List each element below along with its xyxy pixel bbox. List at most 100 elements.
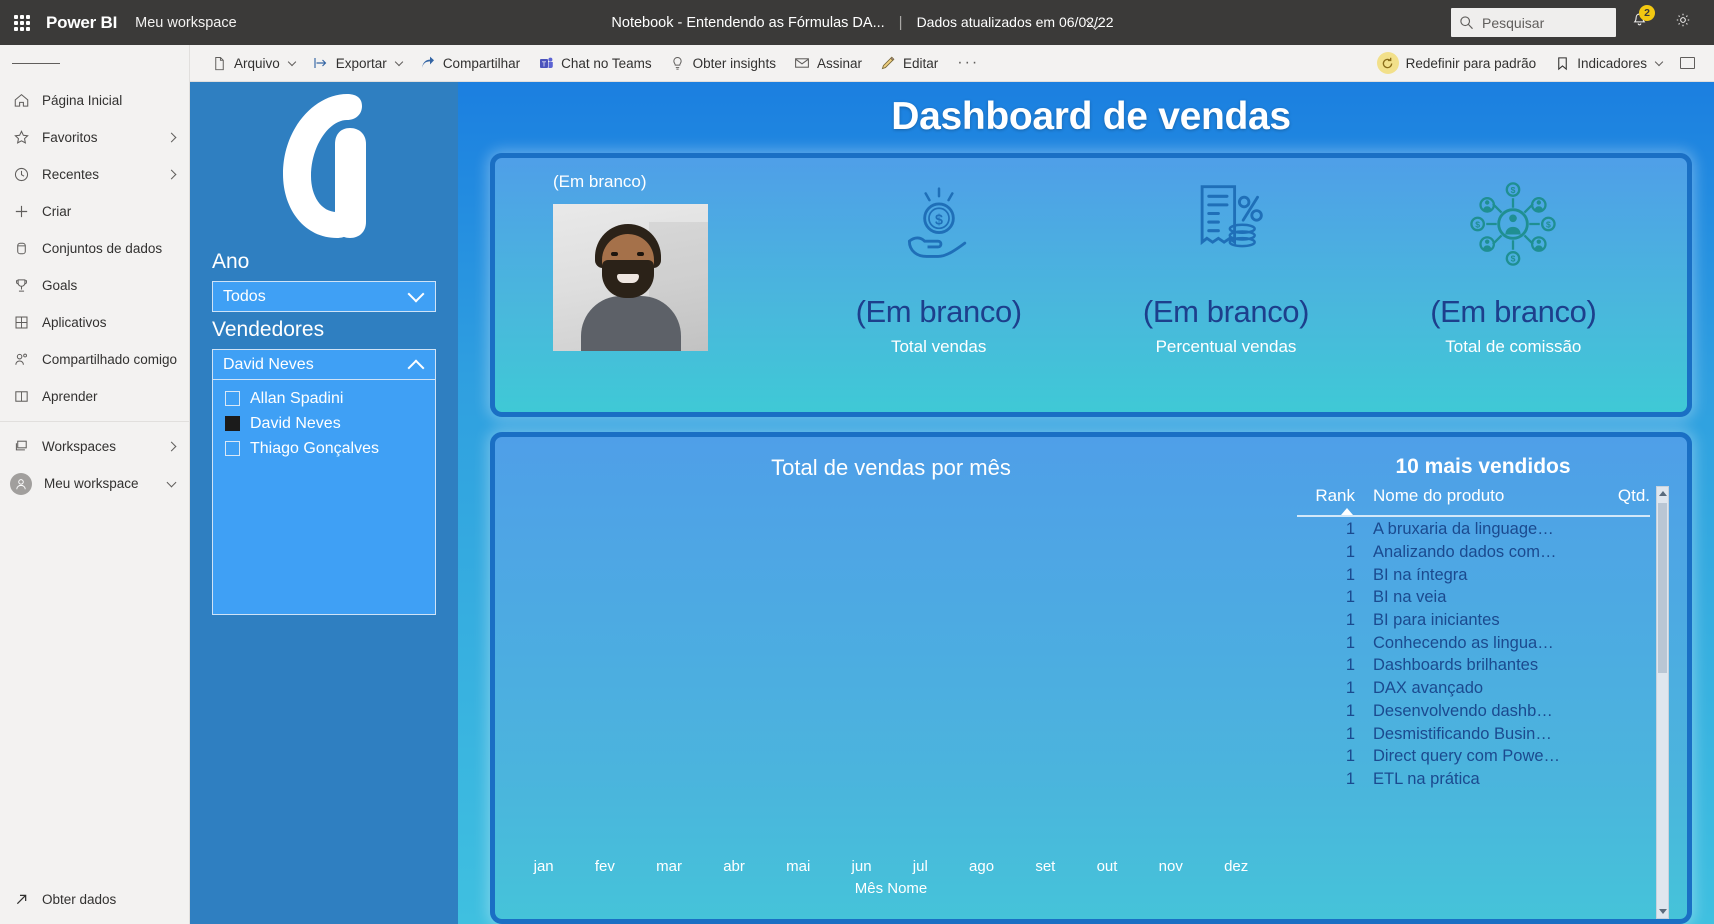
table-row[interactable]: 1 BI na íntegra [1297, 564, 1650, 587]
toolbar-editar-button[interactable]: Editar [871, 49, 947, 78]
checkbox-unchecked-icon[interactable] [225, 391, 240, 406]
column-header-qtd[interactable]: Qtd. [1594, 486, 1650, 506]
sidebar-item-recentes[interactable]: Recentes [0, 156, 189, 193]
search-placeholder: Pesquisar [1482, 14, 1545, 31]
cell-rank: 1 [1345, 679, 1355, 698]
x-tick: mai [786, 858, 811, 875]
table-row[interactable]: 1 Analizando dados com… [1297, 541, 1650, 564]
lightbulb-icon [670, 55, 686, 71]
checkbox-checked-icon[interactable] [225, 416, 240, 431]
slicer-panel: Ano Todos Vendedores David Neves Allan S… [190, 82, 458, 924]
slicer-ano-title: Ano [212, 250, 250, 273]
table-row[interactable]: 1 Desmistificando Busin… [1297, 723, 1650, 746]
toolbar-arquivo-button[interactable]: Arquivo [202, 49, 304, 78]
kpi-percentual-vendas[interactable]: (Em branco) Percentual vendas [1082, 178, 1369, 357]
toolbar-more-button[interactable]: ··· [947, 54, 989, 72]
search-icon [1459, 15, 1474, 30]
column-header-nome-do-produto[interactable]: Nome do produto [1359, 486, 1594, 506]
sidebar-item-workspaces[interactable]: Workspaces [0, 428, 189, 465]
bookmarks-button[interactable]: Indicadores [1545, 49, 1671, 78]
scroll-down-button[interactable] [1657, 905, 1668, 918]
table-row[interactable]: 1 Direct query com Powe… [1297, 745, 1650, 768]
sales-by-month-chart[interactable]: Total de vendas por mês jan fev mar abr … [495, 437, 1287, 919]
scrollbar-thumb[interactable] [1658, 503, 1667, 673]
slicer-vendedores-dropdown[interactable]: David Neves [212, 349, 436, 380]
table-row[interactable]: 1 BI para iniciantes [1297, 609, 1650, 632]
sidebar-item-compartilhado-comigo[interactable]: Compartilhado comigo [0, 341, 189, 378]
commission-network-icon: $ $ $ $ [1470, 178, 1557, 270]
sidebar-item-pagina-inicial[interactable]: Página Inicial [0, 82, 189, 119]
report-page: Dashboard de vendas (Em branco) $ (Em br… [458, 82, 1714, 924]
x-tick: jun [851, 858, 872, 875]
settings-button[interactable] [1662, 0, 1704, 45]
top-app-bar: Power BI Meu workspace Notebook - Entend… [0, 0, 1714, 45]
chart-title: Total de vendas por mês [771, 455, 1011, 480]
notifications-button[interactable]: 2 [1616, 0, 1662, 45]
toolbar-compartilhar-button[interactable]: Compartilhar [411, 49, 529, 78]
fullscreen-button[interactable] [1671, 49, 1704, 78]
topbar-workspace-label[interactable]: Meu workspace [135, 15, 237, 31]
plus-icon [12, 203, 30, 221]
photo-mouth [617, 274, 639, 283]
sidebar-item-goals[interactable]: Goals [0, 267, 189, 304]
slicer-option-david-neves[interactable]: David Neves [225, 411, 435, 436]
sidebar-item-criar[interactable]: Criar [0, 193, 189, 230]
hand-coin-icon: $ [896, 178, 982, 270]
nav-collapse-button[interactable] [0, 45, 189, 82]
toolbar-right-group: Redefinir para padrão Indicadores [1368, 49, 1704, 78]
toolbar-exportar-button[interactable]: Exportar [304, 49, 411, 78]
sidebar-item-favoritos[interactable]: Favoritos [0, 119, 189, 156]
cell-name: BI na veia [1373, 588, 1447, 607]
photo-eye-right [637, 252, 644, 256]
sidebar-item-aplicativos[interactable]: Aplicativos [0, 304, 189, 341]
scroll-up-button[interactable] [1657, 487, 1668, 500]
slicer-option-thiago-goncalves[interactable]: Thiago Gonçalves [225, 436, 435, 461]
slicer-vendedores-title: Vendedores [212, 318, 325, 341]
toolbar-obter-insights-button[interactable]: Obter insights [661, 49, 785, 78]
kpi-label: Total vendas [890, 337, 987, 356]
chevron-down-icon [166, 477, 177, 487]
table-header-row: Rank Nome do produto Qtd. [1297, 486, 1650, 515]
app-launcher-button[interactable] [0, 0, 44, 45]
toolbar-label: Compartilhar [442, 55, 521, 71]
toolbar-assinar-button[interactable]: Assinar [785, 49, 871, 78]
slicer-ano-dropdown[interactable]: Todos [212, 281, 436, 312]
table-row[interactable]: 1 Desenvolvendo dashb… [1297, 700, 1650, 723]
export-icon [313, 55, 329, 71]
svg-text:$: $ [1511, 185, 1516, 195]
x-tick: nov [1158, 858, 1183, 875]
chevron-down-icon [287, 57, 297, 66]
table-row[interactable]: 1 Conhecendo as lingua… [1297, 632, 1650, 655]
column-header-label: Rank [1315, 486, 1355, 505]
report-context: Notebook - Entendendo as Fórmulas DA... … [611, 9, 1113, 31]
chevron-right-icon [166, 169, 177, 180]
column-header-rank[interactable]: Rank [1297, 486, 1359, 515]
table-row[interactable]: 1 DAX avançado [1297, 677, 1650, 700]
search-input[interactable]: Pesquisar [1451, 8, 1616, 37]
slicer-vendedores-options: Allan Spadini David Neves Thiago Gonçalv… [212, 380, 436, 615]
envelope-icon [794, 55, 810, 71]
sidebar-item-meu-workspace[interactable]: Meu workspace [0, 465, 189, 502]
sidebar-item-obter-dados[interactable]: Obter dados [0, 881, 189, 918]
table-row[interactable]: 1 Dashboards brilhantes [1297, 655, 1650, 678]
kpi-total-comissao[interactable]: $ $ $ $ (Em branco) Total de comissão [1370, 178, 1657, 357]
cell-name: A bruxaria da linguage… [1373, 520, 1554, 539]
reset-to-default-button[interactable]: Redefinir para padrão [1368, 49, 1546, 78]
slicer-option-label: David Neves [250, 414, 341, 432]
sidebar-item-aprender[interactable]: Aprender [0, 378, 189, 415]
report-title[interactable]: Notebook - Entendendo as Fórmulas DA... [611, 15, 884, 31]
kpi-row: $ (Em branco) Total vendas (Em branco) P… [795, 158, 1687, 412]
sidebar-item-conjuntos-de-dados[interactable]: Conjuntos de dados [0, 230, 189, 267]
toolbar-label: Assinar [816, 55, 862, 71]
table-row[interactable]: 1 A bruxaria da linguage… [1297, 519, 1650, 542]
table-vertical-scrollbar[interactable] [1656, 486, 1669, 919]
checkbox-unchecked-icon[interactable] [225, 441, 240, 456]
slicer-option-allan-spadini[interactable]: Allan Spadini [225, 386, 435, 411]
table-row[interactable]: 1 ETL na prática [1297, 768, 1650, 791]
toolbar-label: Editar [902, 55, 939, 71]
kpi-total-vendas[interactable]: $ (Em branco) Total vendas [795, 178, 1082, 357]
brand-label[interactable]: Power BI [46, 13, 117, 33]
table-row[interactable]: 1 BI na veia [1297, 587, 1650, 610]
receipt-percent-icon [1183, 178, 1269, 270]
toolbar-chat-teams-button[interactable]: T Chat no Teams [529, 49, 661, 78]
